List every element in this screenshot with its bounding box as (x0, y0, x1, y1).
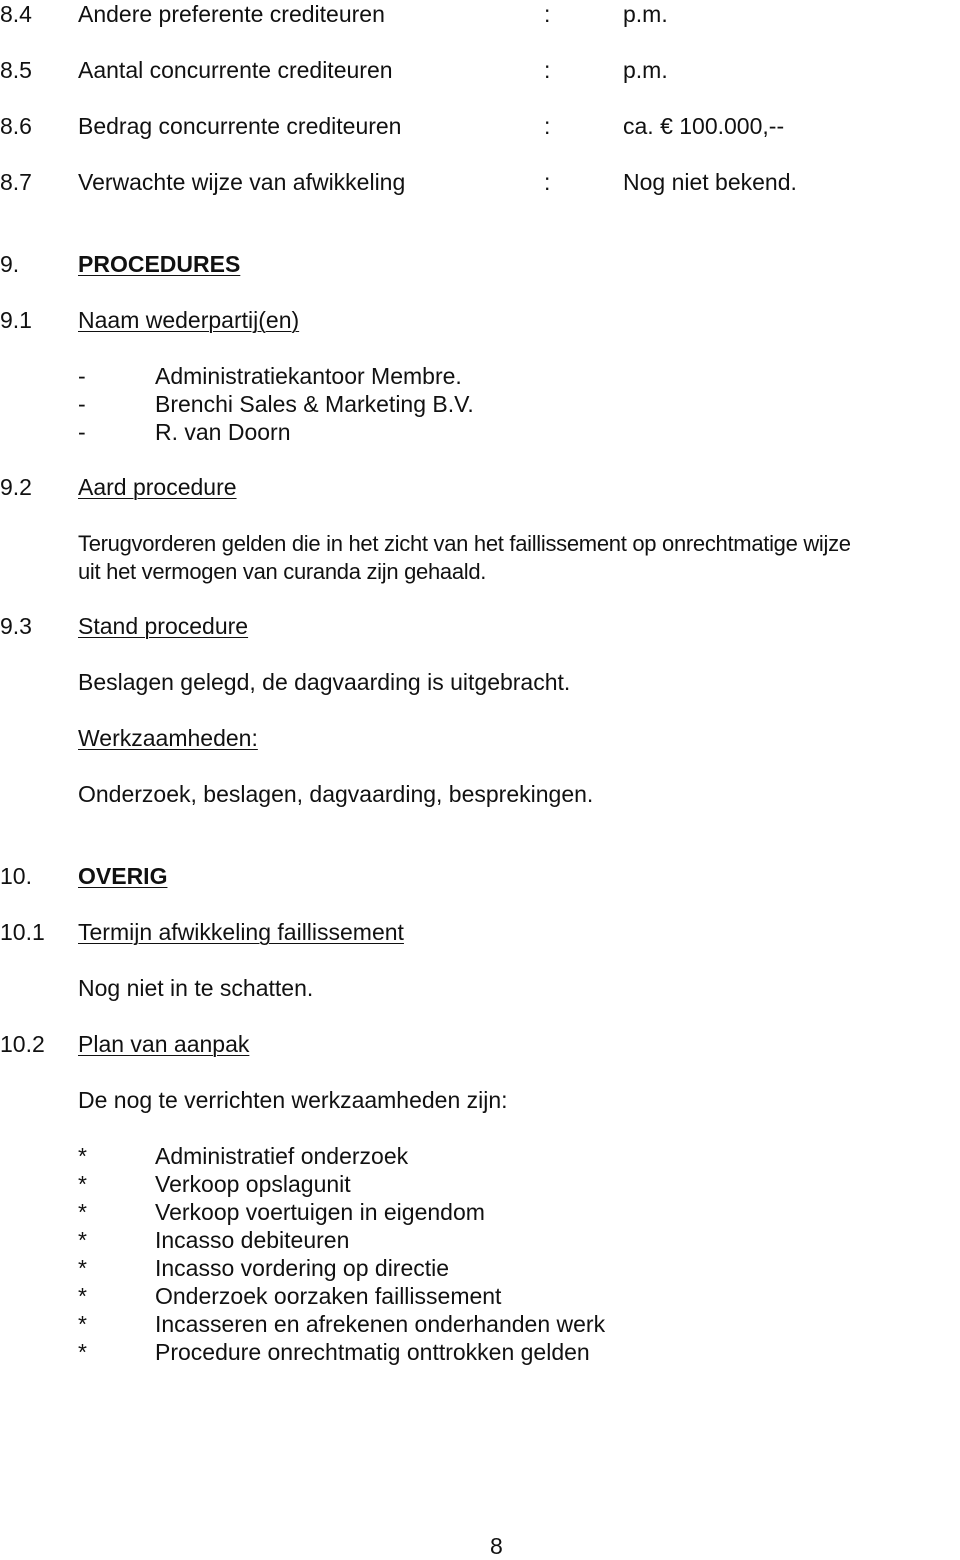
section-number: 9. (0, 251, 20, 277)
subsection-number: 9.1 (0, 307, 32, 333)
task-item: Incasso debiteuren (155, 1227, 350, 1253)
bullet-star: * (78, 1143, 87, 1169)
bullet-star: * (78, 1283, 87, 1309)
paragraph: Onderzoek, beslagen, dagvaarding, bespre… (78, 781, 594, 807)
task-item: Administratief onderzoek (155, 1143, 409, 1169)
bullet-star: * (78, 1255, 87, 1281)
task-item: Onderzoek oorzaken faillissement (155, 1283, 502, 1309)
dash-bullet: - (78, 419, 86, 445)
subsection-title: Stand procedure (78, 613, 249, 639)
bullet-star: * (78, 1227, 87, 1253)
item-value: Nog niet bekend. (623, 169, 797, 195)
item-separator: : (544, 57, 551, 83)
paragraph: De nog te verrichten werkzaamheden zijn: (78, 1087, 508, 1113)
paragraph-line: Terugvorderen gelden die in het zicht va… (78, 531, 851, 556)
subsection-title: Naam wederpartij(en) (78, 307, 300, 333)
subsection-number: 9.3 (0, 613, 32, 639)
item-separator: : (544, 169, 551, 195)
task-item: Incasseren en afrekenen onderhanden werk (155, 1311, 606, 1337)
party-item: Administratiekantoor Membre. (155, 363, 462, 389)
bullet-star: * (78, 1339, 87, 1365)
bullet-star: * (78, 1171, 87, 1197)
subsection-title: Plan van aanpak (78, 1031, 250, 1057)
party-item: R. van Doorn (155, 419, 291, 445)
task-item: Verkoop opslagunit (155, 1171, 351, 1197)
item-separator: : (544, 1, 551, 27)
dash-bullet: - (78, 363, 86, 389)
bullet-star: * (78, 1199, 87, 1225)
item-label: Verwachte wijze van afwikkeling (78, 169, 406, 195)
party-item: Brenchi Sales & Marketing B.V. (155, 391, 474, 417)
paragraph: Nog niet in te schatten. (78, 975, 314, 1001)
subsection-title: Termijn afwikkeling faillissement (78, 919, 404, 945)
task-item: Incasso vordering op directie (155, 1255, 450, 1281)
item-label: Aantal concurrente crediteuren (78, 57, 393, 83)
paragraph: Beslagen gelegd, de dagvaarding is uitge… (78, 669, 571, 695)
item-label: Andere preferente crediteuren (78, 1, 385, 27)
item-value: p.m. (623, 1, 668, 27)
item-number: 8.6 (0, 113, 32, 139)
subsection-title: Aard procedure (78, 474, 237, 500)
item-number: 8.7 (0, 169, 32, 195)
section-title: OVERIG (78, 863, 168, 889)
item-label: Bedrag concurrente crediteuren (78, 113, 402, 139)
item-separator: : (544, 113, 551, 139)
item-number: 8.4 (0, 1, 32, 27)
item-value: p.m. (623, 57, 668, 83)
paragraph-line: uit het vermogen van curanda zijn gehaal… (78, 559, 487, 584)
section-number: 10. (0, 863, 32, 889)
task-item: Verkoop voertuigen in eigendom (155, 1199, 485, 1225)
section-title: PROCEDURES (78, 251, 241, 277)
subsection-number: 10.2 (0, 1031, 45, 1057)
dash-bullet: - (78, 391, 86, 417)
work-label: Werkzaamheden: (78, 725, 258, 751)
subsection-number: 9.2 (0, 474, 32, 500)
item-number: 8.5 (0, 57, 32, 83)
bullet-star: * (78, 1311, 87, 1337)
task-item: Procedure onrechtmatig onttrokken gelden (155, 1339, 590, 1365)
subsection-number: 10.1 (0, 919, 45, 945)
item-value: ca. € 100.000,-- (623, 113, 785, 139)
